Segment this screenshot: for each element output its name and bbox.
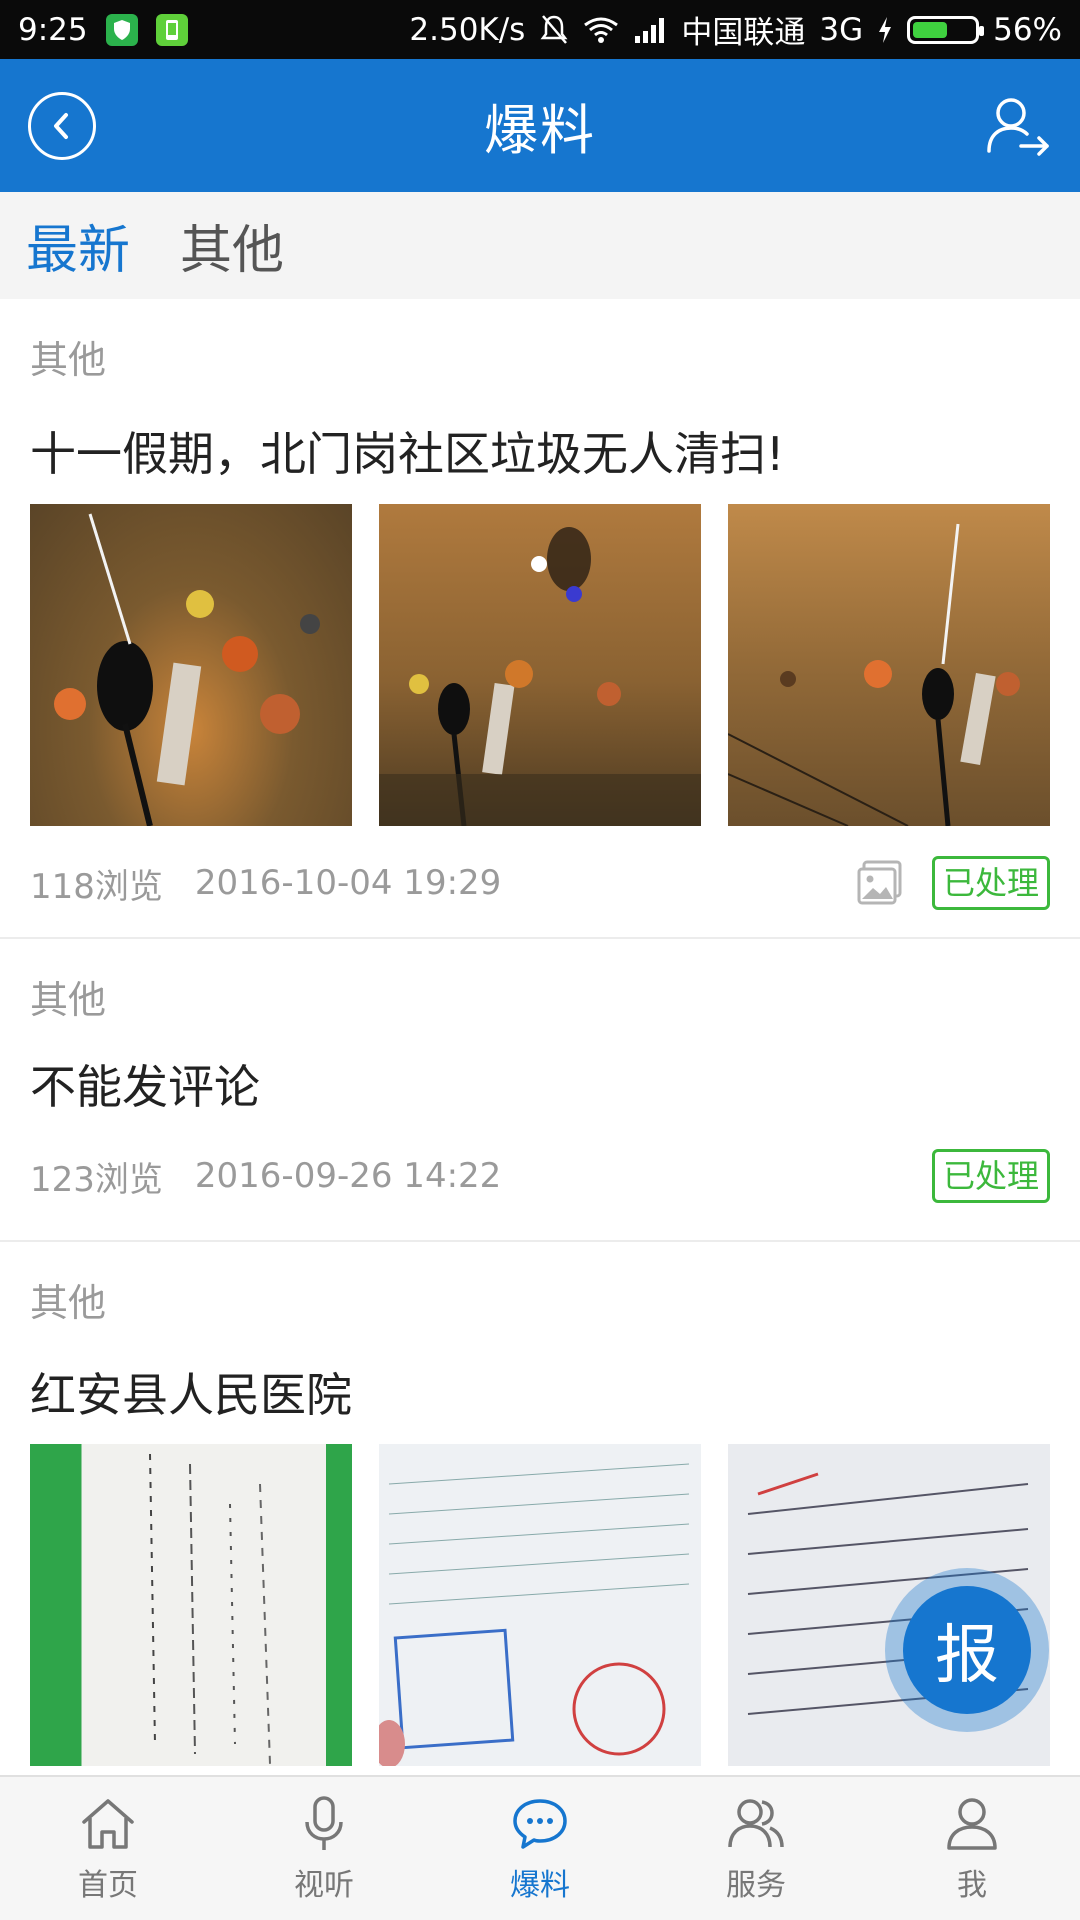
post-image[interactable] <box>379 1444 701 1766</box>
phone-app-icon <box>155 13 188 46</box>
post-datetime: 2016-10-04 19:29 <box>194 863 502 903</box>
carrier-name: 中国联通 <box>681 15 806 51</box>
post-title[interactable]: 十一假期，北门岗社区垃圾无人清扫! <box>30 397 1050 504</box>
battery-icon <box>907 15 985 44</box>
wifi-icon <box>583 16 619 44</box>
user-login-icon <box>987 98 1049 156</box>
post-datetime: 2016-09-26 14:22 <box>194 1156 502 1196</box>
post-meta: 118浏览 2016-10-04 19:29 已处理 <box>30 826 1050 940</box>
post-image[interactable] <box>379 504 701 826</box>
bottom-nav: 首页 视听 爆料 服务 我 <box>0 1775 1080 1920</box>
nav-report[interactable]: 爆料 <box>432 1777 648 1920</box>
post-meta: 123浏览 2016-09-26 14:22 已处理 <box>30 1131 1050 1221</box>
status-time: 9:25 <box>18 11 88 48</box>
status-badge: 已处理 <box>931 856 1050 910</box>
net-speed: 2.50K/s <box>409 11 526 48</box>
network-type: 3G <box>819 11 864 48</box>
microphone-icon <box>294 1794 354 1854</box>
post-title[interactable]: 不能发评论 <box>30 1037 1050 1131</box>
chat-bubble-icon <box>510 1794 570 1854</box>
report-fab-button[interactable]: 报 <box>885 1568 1049 1732</box>
post-views: 118浏览 <box>30 866 163 907</box>
nav-media[interactable]: 视听 <box>216 1777 432 1920</box>
post-image[interactable] <box>728 504 1050 826</box>
page-title: 爆料 <box>484 99 596 162</box>
report-fab-label: 报 <box>903 1586 1031 1714</box>
charging-icon <box>877 16 893 44</box>
tab-latest[interactable]: 最新 <box>26 208 130 283</box>
post-category: 其他 <box>30 978 107 1022</box>
mute-bell-icon <box>539 14 569 46</box>
post-views: 123浏览 <box>30 1159 163 1200</box>
nav-media-label: 视听 <box>294 1867 354 1903</box>
category-tabs: 最新 其他 <box>0 192 1080 299</box>
person-icon <box>942 1794 1002 1854</box>
signal-icon <box>633 16 667 44</box>
login-button[interactable] <box>982 91 1054 161</box>
nav-me-label: 我 <box>957 1867 987 1903</box>
post-title[interactable]: 红安县人民医院 <box>30 1340 1050 1444</box>
app-header: 爆料 <box>0 59 1080 192</box>
home-icon <box>78 1794 138 1854</box>
battery-fill <box>913 21 947 38</box>
post-image[interactable] <box>30 504 352 826</box>
battery-percent: 56% <box>993 11 1062 48</box>
status-bar: 9:25 2.50K/s 中国联通 3G 56% <box>0 0 1080 59</box>
post-category: 其他 <box>30 1281 107 1325</box>
nav-home[interactable]: 首页 <box>0 1777 216 1920</box>
post-category: 其他 <box>30 338 107 382</box>
status-badge: 已处理 <box>931 1149 1050 1203</box>
post-images <box>30 504 1050 826</box>
post-feed[interactable]: 其他 十一假期，北门岗社区垃圾无人清扫! 118浏览 2016-10-04 19… <box>0 299 1080 1775</box>
nav-home-label: 首页 <box>78 1867 138 1903</box>
tab-other[interactable]: 其他 <box>180 208 284 283</box>
nav-report-label: 爆料 <box>510 1867 570 1903</box>
chevron-left-icon <box>54 113 68 139</box>
nav-service-label: 服务 <box>726 1867 786 1903</box>
back-button[interactable] <box>28 92 96 160</box>
nav-me[interactable]: 我 <box>864 1777 1080 1920</box>
post-card[interactable]: 其他 十一假期，北门岗社区垃圾无人清扫! 118浏览 2016-10-04 19… <box>0 299 1080 939</box>
nav-service[interactable]: 服务 <box>648 1777 864 1920</box>
shield-icon <box>105 13 138 46</box>
post-card[interactable]: 其他 不能发评论 123浏览 2016-09-26 14:22 已处理 <box>0 939 1080 1242</box>
app-root: 9:25 2.50K/s 中国联通 3G 56% 爆料 最新 其他 其他 十一假… <box>0 0 1080 1920</box>
gallery-icon <box>856 859 904 907</box>
post-image[interactable] <box>30 1444 352 1766</box>
users-icon <box>726 1794 786 1854</box>
